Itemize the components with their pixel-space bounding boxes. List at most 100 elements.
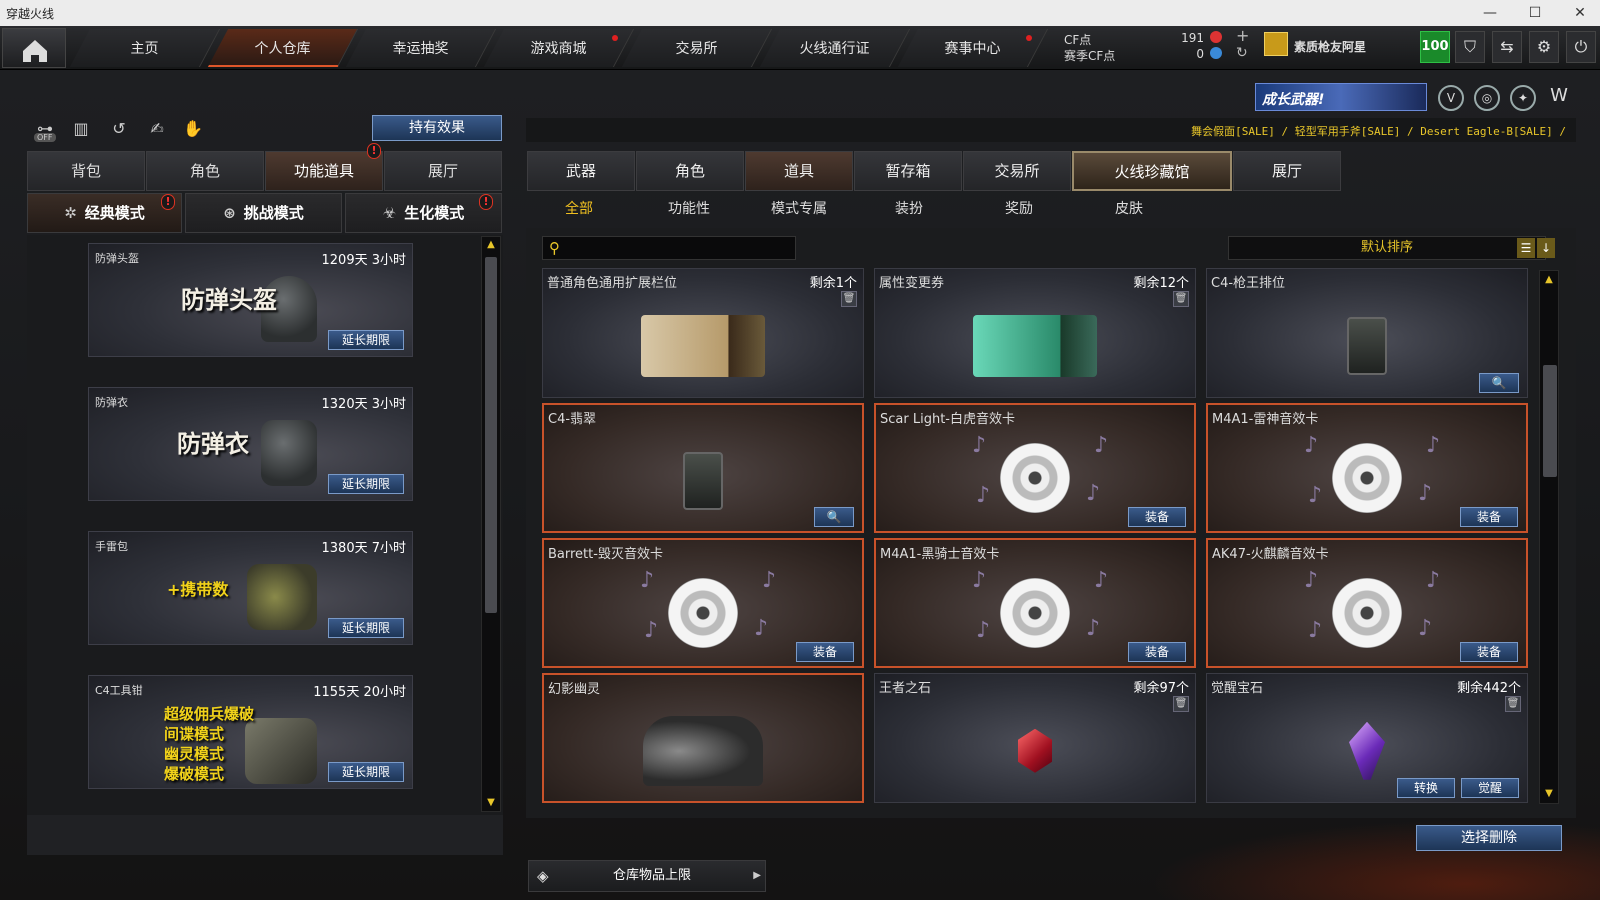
tab-functional-items[interactable]: 功能道具 xyxy=(265,151,383,191)
power-button[interactable]: ⏻ xyxy=(1566,31,1596,63)
subtab-all[interactable]: 全部 xyxy=(529,198,629,222)
tab-exchange[interactable]: 交易所 xyxy=(963,151,1071,191)
nav-item[interactable]: 游戏商城 xyxy=(483,29,635,67)
list-view-icon[interactable]: ☰ xyxy=(1517,238,1535,258)
trash-icon[interactable]: 🗑 xyxy=(841,291,857,307)
season-cf-label: 赛季CF点 xyxy=(1064,49,1116,63)
trash-icon[interactable]: 🗑 xyxy=(1173,291,1189,307)
tab-right-showroom[interactable]: 展厅 xyxy=(1233,151,1341,191)
item-card[interactable]: Scar Light-白虎音效卡 ♪ ♪ ♪ ♪ 装备 xyxy=(874,403,1196,533)
item-card[interactable]: C4-翡翠 🔍 xyxy=(542,403,864,533)
item-card[interactable]: M4A1-黑骑士音效卡 ♪ ♪ ♪ ♪ 装备 xyxy=(874,538,1196,668)
gift-icon[interactable]: ▥ xyxy=(68,116,94,142)
extend-button[interactable]: 延长期限 xyxy=(328,474,404,494)
left-item-card[interactable]: 手雷包 1380天 7小时 +携带数 延长期限 xyxy=(88,531,413,645)
subtab-rewards[interactable]: 奖励 xyxy=(969,198,1069,222)
nav-item[interactable]: 个人仓库 xyxy=(207,29,359,67)
extend-button[interactable]: 延长期限 xyxy=(328,618,404,638)
subtab-skins[interactable]: 皮肤 xyxy=(1079,198,1179,222)
equip-button[interactable]: 装备 xyxy=(1128,642,1186,662)
refresh-cf-icon[interactable]: ↻ xyxy=(1236,45,1248,61)
left-item-card[interactable]: C4工具钳 1155天 20小时 超级佣兵爆破 间谍模式 幽灵模式 爆破模式 延… xyxy=(88,675,413,789)
scroll-thumb[interactable] xyxy=(1543,365,1557,477)
sale-ticker[interactable]: 舞会假面[SALE] / 轻型军用手斧[SALE] / Desert Eagle… xyxy=(526,118,1576,142)
music-note-icon: ♪ xyxy=(972,568,987,593)
scroll-down-icon[interactable]: ▼ xyxy=(482,796,500,810)
home-button[interactable] xyxy=(2,28,66,68)
hand-icon[interactable]: ✍ xyxy=(144,116,170,142)
wing-icon[interactable]: W xyxy=(1546,85,1572,111)
item-card[interactable]: 觉醒宝石 剩余442个 🗑 转换 觉醒 xyxy=(1206,673,1528,803)
convert-button[interactable]: 转换 xyxy=(1397,778,1455,798)
refresh-icon[interactable]: ↺ xyxy=(106,116,132,142)
user-avatar[interactable] xyxy=(1264,32,1288,56)
growth-weapon-banner[interactable]: 成长武器! xyxy=(1255,83,1427,111)
nav-item[interactable]: 幸运抽奖 xyxy=(345,29,497,67)
warehouse-capacity[interactable]: ◈ 仓库物品上限 ▶ xyxy=(528,860,766,892)
crest-icon[interactable]: V xyxy=(1438,85,1464,111)
magnify-icon[interactable]: 🔍 xyxy=(1479,373,1519,393)
tab-character[interactable]: 角色 xyxy=(146,151,264,191)
item-card[interactable]: AK47-火麒麟音效卡 ♪ ♪ ♪ ♪ 装备 xyxy=(1206,538,1528,668)
equip-button[interactable]: 装备 xyxy=(1128,507,1186,527)
glove-icon[interactable]: ✋ xyxy=(180,116,206,142)
awaken-button[interactable]: 觉醒 xyxy=(1461,778,1519,798)
item-card[interactable]: M4A1-雷神音效卡 ♪ ♪ ♪ ♪ 装备 xyxy=(1206,403,1528,533)
owned-effects-button[interactable]: 持有效果 xyxy=(372,115,502,141)
sort-order-icon[interactable]: ↓ xyxy=(1537,238,1555,258)
add-cf-icon[interactable]: + xyxy=(1236,26,1249,45)
equip-button[interactable]: 装备 xyxy=(1460,507,1518,527)
left-item-card[interactable]: 防弹衣 1320天 3小时 防弹衣 延长期限 xyxy=(88,387,413,501)
nav-item[interactable]: 火线通行证 xyxy=(759,29,911,67)
scroll-up-icon[interactable]: ▲ xyxy=(482,238,500,252)
subtab-functional[interactable]: 功能性 xyxy=(639,198,739,222)
equip-button[interactable]: 装备 xyxy=(1460,642,1518,662)
tab-weapons[interactable]: 武器 xyxy=(527,151,635,191)
mode-challenge[interactable]: ⊛ 挑战模式 xyxy=(185,193,342,233)
item-card[interactable]: 幻影幽灵 xyxy=(542,673,864,803)
left-item-card[interactable]: 防弹头盔 1209天 3小时 防弹头盔 延长期限 xyxy=(88,243,413,357)
nav-item[interactable]: 交易所 xyxy=(621,29,773,67)
tab-storage[interactable]: 暂存箱 xyxy=(854,151,962,191)
tab-backpack[interactable]: 背包 xyxy=(27,151,145,191)
item-card[interactable]: 王者之石 剩余97个 🗑 xyxy=(874,673,1196,803)
search-input[interactable] xyxy=(571,239,791,257)
tab-items[interactable]: 道具 xyxy=(745,151,853,191)
scroll-up-icon[interactable]: ▲ xyxy=(1540,273,1558,287)
transfer-button[interactable]: ⇆ xyxy=(1492,31,1522,63)
close-button[interactable]: ✕ xyxy=(1565,2,1595,24)
item-card[interactable]: 普通角色通用扩展栏位 剩余1个 🗑 xyxy=(542,268,864,398)
extend-button[interactable]: 延长期限 xyxy=(328,330,404,350)
left-scrollbar[interactable]: ▲ ▼ xyxy=(481,236,501,812)
magnify-icon[interactable]: 🔍 xyxy=(814,507,854,527)
select-delete-button[interactable]: 选择删除 xyxy=(1416,825,1562,851)
claw-icon[interactable]: ✦ xyxy=(1510,85,1536,111)
tab-showroom[interactable]: 展厅 xyxy=(384,151,502,191)
item-card[interactable]: 属性变更券 剩余12个 🗑 xyxy=(874,268,1196,398)
off-toggle-icon[interactable]: ⊶ OFF xyxy=(32,116,58,142)
nav-item[interactable]: 主页 xyxy=(69,29,221,67)
nav-item[interactable]: 赛事中心 xyxy=(897,29,1049,67)
equip-button[interactable]: 装备 xyxy=(796,642,854,662)
tab-collection-hall[interactable]: 火线珍藏馆 xyxy=(1072,151,1232,191)
sort-dropdown[interactable]: 默认排序 xyxy=(1228,236,1546,260)
globe-icon[interactable]: ◎ xyxy=(1474,85,1500,111)
shield-button[interactable]: ⛉ xyxy=(1455,31,1485,63)
tab-characters[interactable]: 角色 xyxy=(636,151,744,191)
mode-classic[interactable]: ✲ 经典模式 xyxy=(27,193,182,233)
scroll-down-icon[interactable]: ▼ xyxy=(1540,787,1558,801)
trash-icon[interactable]: 🗑 xyxy=(1173,696,1189,712)
right-scrollbar[interactable]: ▲ ▼ xyxy=(1539,270,1559,804)
item-card[interactable]: Barrett-毁灭音效卡 ♪ ♪ ♪ ♪ 装备 xyxy=(542,538,864,668)
minimize-button[interactable]: — xyxy=(1475,2,1505,24)
search-field[interactable]: ⚲ xyxy=(542,236,796,260)
item-card[interactable]: C4-枪王排位 🔍 xyxy=(1206,268,1528,398)
subtab-cosmetic[interactable]: 装扮 xyxy=(859,198,959,222)
power-icon: ⏻ xyxy=(1574,37,1588,56)
settings-button[interactable]: ⚙ xyxy=(1529,31,1559,63)
maximize-button[interactable]: ☐ xyxy=(1520,2,1550,24)
extend-button[interactable]: 延长期限 xyxy=(328,762,404,782)
subtab-mode-exclusive[interactable]: 模式专属 xyxy=(749,198,849,222)
scroll-thumb[interactable] xyxy=(485,257,497,613)
trash-icon[interactable]: 🗑 xyxy=(1505,696,1521,712)
